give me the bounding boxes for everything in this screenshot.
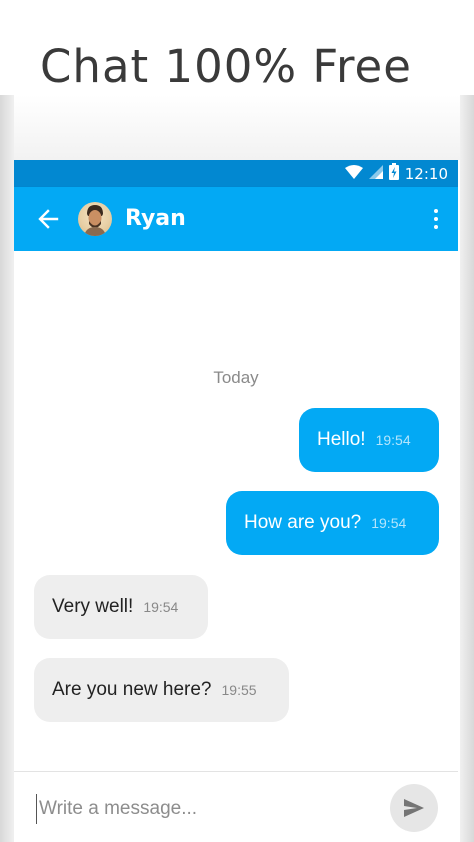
- status-bar: 12:10: [14, 160, 458, 187]
- more-options-button[interactable]: [428, 205, 444, 233]
- contact-name[interactable]: Ryan: [125, 206, 186, 231]
- message-time: 19:55: [221, 682, 257, 698]
- promo-title: Chat 100% Free: [40, 40, 412, 93]
- battery-charging-icon: [388, 163, 399, 184]
- message-time: 19:54: [143, 599, 179, 615]
- avatar[interactable]: [78, 202, 112, 236]
- more-vert-icon-dot: [434, 225, 438, 229]
- message-bubble-incoming[interactable]: Are you new here? 19:55: [34, 658, 289, 722]
- message-text: Are you new here?: [52, 679, 212, 700]
- left-shade: [0, 95, 14, 842]
- message-text: How are you?: [244, 512, 362, 533]
- wifi-icon: [344, 164, 363, 183]
- app-bar: Ryan: [14, 187, 458, 251]
- message-time: 19:54: [375, 432, 411, 448]
- avatar-image: [84, 205, 106, 236]
- message-text: Very well!: [52, 596, 134, 617]
- message-bubble-incoming[interactable]: Very well! 19:54: [34, 575, 208, 639]
- message-time: 19:54: [371, 515, 407, 531]
- message-bubble-outgoing[interactable]: Hello! 19:54: [299, 408, 439, 472]
- arrow-left-icon: [38, 209, 59, 229]
- right-shade: [460, 95, 474, 842]
- signal-icon: [368, 164, 383, 183]
- status-time: 12:10: [404, 164, 448, 183]
- more-vert-icon-dot: [434, 217, 438, 221]
- promo-header: Chat 100% Free: [0, 0, 474, 100]
- message-input[interactable]: [36, 794, 381, 824]
- message-text: Hello!: [317, 429, 366, 450]
- back-button[interactable]: [34, 205, 62, 233]
- message-composer: [14, 771, 458, 842]
- message-bubble-outgoing[interactable]: How are you? 19:54: [226, 491, 439, 555]
- background-fade: [0, 95, 474, 160]
- phone-screen: 12:10 Ryan Today Hello! 19:54 How are yo…: [14, 160, 458, 842]
- status-icons: 12:10: [344, 163, 448, 184]
- send-button[interactable]: [390, 784, 438, 832]
- send-icon: [404, 799, 424, 817]
- message-list[interactable]: Today Hello! 19:54 How are you? 19:54 Ve…: [14, 251, 458, 771]
- more-vert-icon-dot: [434, 209, 438, 213]
- date-separator: Today: [213, 368, 259, 387]
